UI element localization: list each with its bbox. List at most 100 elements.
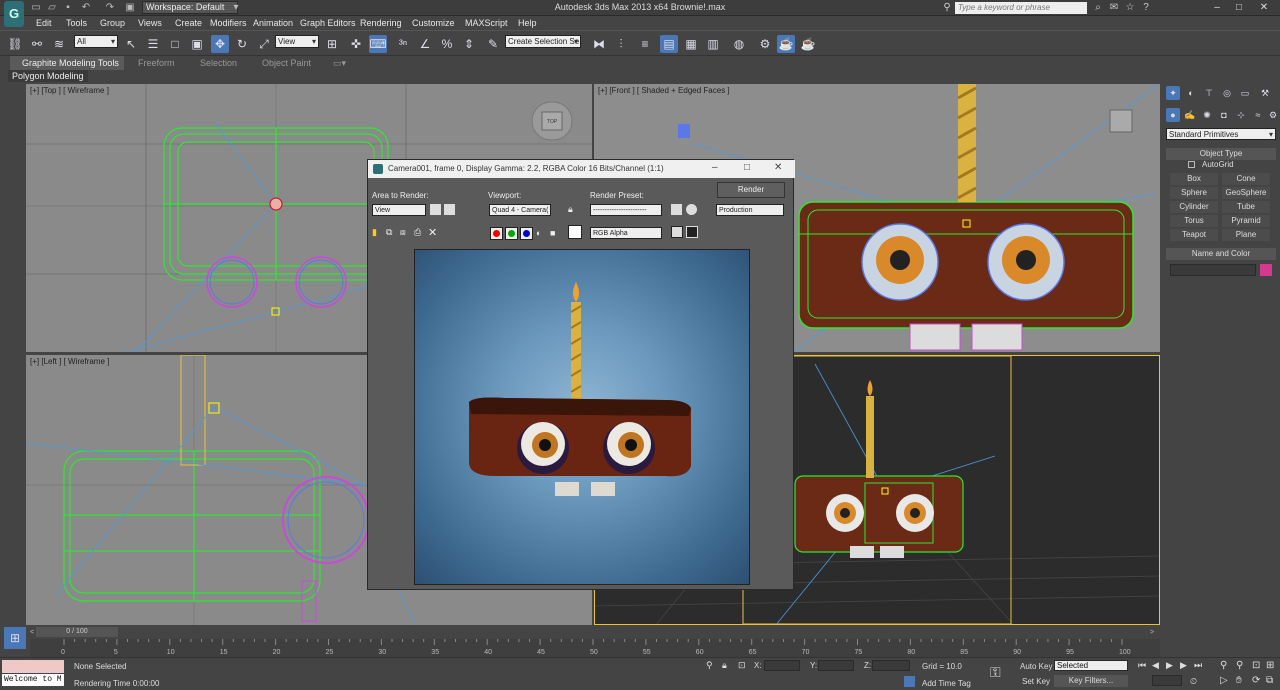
- polygon-modeling-panel[interactable]: Polygon Modeling: [8, 70, 88, 82]
- timeline-track[interactable]: 0 5 10 15 20 25 30 35 40 45 50 55 60 65 70 75 80 85 90 95 10…: [0, 639, 1280, 657]
- absolute-mode-icon[interactable]: ⊡: [738, 660, 746, 671]
- named-selection-dropdown[interactable]: Create Selection Se: [505, 35, 581, 48]
- menu-help[interactable]: Help: [518, 17, 537, 29]
- communication-center-icon[interactable]: ✉: [1108, 2, 1120, 14]
- lights-icon[interactable]: ✺: [1200, 108, 1214, 122]
- new-icon[interactable]: ▭: [30, 2, 42, 14]
- select-and-scale-icon[interactable]: ⤢: [255, 35, 273, 53]
- spinner-snap-icon[interactable]: ⇕: [460, 35, 478, 53]
- autogrid-checkbox[interactable]: [1188, 161, 1195, 168]
- menu-tools[interactable]: Tools: [66, 17, 87, 29]
- key-filters-button[interactable]: Key Filters...: [1054, 675, 1128, 687]
- open-icon[interactable]: ▱: [46, 2, 58, 14]
- zoom-extents-icon[interactable]: ⊡: [1252, 660, 1260, 671]
- auto-region-icon[interactable]: [444, 204, 455, 215]
- viewcube-top-label[interactable]: TOP: [547, 119, 557, 125]
- key-mode-dropdown[interactable]: Selected: [1054, 660, 1128, 671]
- area-to-render-dropdown[interactable]: View: [372, 204, 426, 216]
- field-of-view-icon[interactable]: ▷: [1220, 675, 1228, 686]
- favorites-icon[interactable]: ☆: [1124, 2, 1136, 14]
- zoom-all-icon[interactable]: ⚲: [1236, 660, 1243, 671]
- tab-object-paint[interactable]: Object Paint: [262, 56, 311, 70]
- layer-manager-icon[interactable]: ≡: [636, 35, 654, 53]
- window-crossing-icon[interactable]: ▣: [188, 35, 206, 53]
- geometry-icon[interactable]: ●: [1166, 108, 1180, 122]
- production-dropdown[interactable]: Production: [716, 204, 784, 216]
- edit-named-selection-icon[interactable]: ✎: [484, 35, 502, 53]
- curve-editor-icon[interactable]: ▦: [682, 35, 700, 53]
- shapes-icon[interactable]: ✍: [1183, 108, 1197, 122]
- display-panel-icon[interactable]: ▭: [1238, 86, 1252, 100]
- select-and-link-icon[interactable]: ⛓: [6, 35, 24, 53]
- next-frame-icon[interactable]: ▶: [1180, 660, 1187, 671]
- select-object-icon[interactable]: ↖: [122, 35, 140, 53]
- plane-button[interactable]: Plane: [1222, 229, 1270, 241]
- render-button[interactable]: Render: [717, 182, 785, 198]
- primitive-category-dropdown[interactable]: Standard Primitives: [1166, 128, 1276, 141]
- menu-group[interactable]: Group: [100, 17, 125, 29]
- y-coordinate-field[interactable]: [818, 660, 854, 671]
- monochrome-icon[interactable]: ■: [550, 228, 555, 238]
- selection-lock-icon[interactable]: 🔒︎: [722, 660, 727, 671]
- toggle-ui-overlay-icon[interactable]: [671, 226, 683, 238]
- name-color-rollout[interactable]: Name and Color: [1166, 248, 1276, 260]
- tab-selection[interactable]: Selection: [200, 56, 237, 70]
- render-preset-dropdown[interactable]: -----------------------: [590, 204, 662, 216]
- selection-filter-dropdown[interactable]: All: [74, 35, 118, 48]
- menu-rendering[interactable]: Rendering: [360, 17, 402, 29]
- toggle-ui-icon[interactable]: [686, 226, 698, 238]
- viewport-left-label[interactable]: [+] [Left ] [ Wireframe ]: [30, 357, 109, 366]
- menu-modifiers[interactable]: Modifiers: [210, 17, 247, 29]
- cameras-icon[interactable]: ◘: [1217, 108, 1231, 122]
- maxscript-listener-pink[interactable]: [2, 660, 64, 673]
- zoom-icon[interactable]: ⚲: [1220, 660, 1227, 671]
- maxscript-listener[interactable]: Welcome to M: [2, 674, 64, 686]
- menu-customize[interactable]: Customize: [412, 17, 455, 29]
- helpers-icon[interactable]: ⊹: [1234, 108, 1248, 122]
- undo-icon[interactable]: ↶: [80, 2, 92, 14]
- material-editor-icon[interactable]: ◍: [730, 35, 748, 53]
- redo-icon[interactable]: ↷: [104, 2, 116, 14]
- spacewarps-icon[interactable]: ≈: [1251, 108, 1265, 122]
- add-time-tag[interactable]: Add Time Tag: [922, 679, 971, 688]
- time-configuration-icon[interactable]: ⏲: [1190, 676, 1197, 687]
- rect-selection-icon[interactable]: □: [166, 35, 184, 53]
- tube-button[interactable]: Tube: [1222, 201, 1270, 213]
- rw-minimize-button[interactable]: –: [712, 162, 718, 173]
- viewport-dropdown[interactable]: Quad 4 - Camera(: [489, 204, 551, 216]
- graphite-toggle-icon[interactable]: ▤: [660, 35, 678, 53]
- edit-region-icon[interactable]: [430, 204, 441, 215]
- project-folder-icon[interactable]: ▣: [124, 2, 136, 14]
- add-time-tag-icon[interactable]: [904, 676, 915, 687]
- save-icon[interactable]: ▪: [62, 2, 74, 14]
- modify-panel-icon[interactable]: ◐: [1184, 86, 1198, 100]
- maximize-button[interactable]: □: [1230, 0, 1248, 16]
- render-production-icon[interactable]: ☕: [799, 35, 817, 53]
- current-frame-field[interactable]: [1152, 675, 1182, 686]
- menu-create[interactable]: Create: [175, 17, 202, 29]
- rendered-frame-window-icon[interactable]: ☕: [777, 35, 795, 53]
- time-slider[interactable]: 0 / 100: [36, 627, 118, 637]
- zoom-extents-all-icon[interactable]: ⊞: [1266, 660, 1274, 671]
- play-icon[interactable]: ▶: [1166, 660, 1173, 671]
- align-icon[interactable]: ⫶: [612, 35, 630, 53]
- maximize-viewport-icon[interactable]: ⧉: [1266, 675, 1273, 686]
- angle-snap-icon[interactable]: ∠: [416, 35, 434, 53]
- select-and-move-icon[interactable]: ✥: [211, 35, 229, 53]
- utilities-panel-icon[interactable]: ⚒: [1258, 86, 1272, 100]
- render-setup-icon[interactable]: ⚙: [756, 35, 774, 53]
- binoculars-icon[interactable]: ⚲: [941, 2, 953, 14]
- menu-edit[interactable]: Edit: [36, 17, 52, 29]
- snaps-toggle-icon[interactable]: ³ⁿ: [394, 35, 412, 53]
- percent-snap-icon[interactable]: %: [438, 35, 456, 53]
- previous-frame-icon[interactable]: ◀: [1152, 660, 1159, 671]
- hierarchy-panel-icon[interactable]: ⊤: [1202, 86, 1216, 100]
- orbit-icon[interactable]: ⟳: [1252, 675, 1260, 686]
- minimize-button[interactable]: –: [1208, 0, 1226, 16]
- object-color-swatch[interactable]: [1260, 264, 1272, 276]
- app-logo-icon[interactable]: G: [4, 1, 24, 27]
- print-image-icon[interactable]: ⎙: [414, 227, 421, 238]
- reference-coordinate-dropdown[interactable]: View: [275, 35, 319, 48]
- workspace-dropdown[interactable]: Workspace: Default: [142, 1, 238, 14]
- x-coordinate-field[interactable]: [764, 660, 800, 671]
